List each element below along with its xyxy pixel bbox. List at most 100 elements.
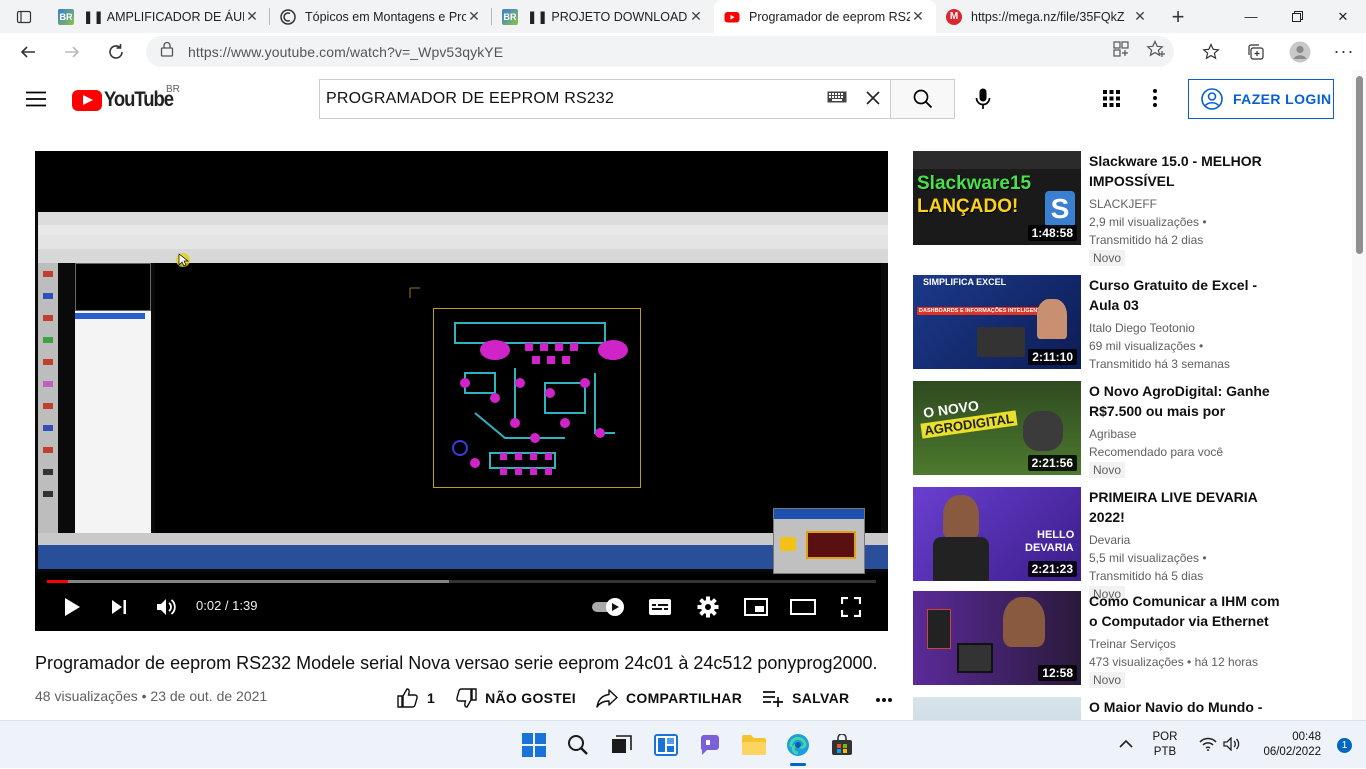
- youtube-wordmark: YouTube: [104, 88, 174, 111]
- recommendation-item[interactable]: 12:58 Como Comunicar a IHM com o Computa…: [913, 591, 1313, 688]
- task-view-button[interactable]: [600, 721, 644, 769]
- taskbar-search-button[interactable]: [556, 721, 600, 769]
- recommendation-item[interactable]: HELLO DEVARIA 2:21:23 PRIMEIRA LIVE DEVA…: [913, 487, 1313, 602]
- back-icon[interactable]: [6, 33, 50, 70]
- store-button[interactable]: [820, 721, 864, 769]
- edge-taskbar-button[interactable]: [776, 721, 820, 769]
- tab-actions-button[interactable]: [0, 0, 48, 33]
- close-tab-icon[interactable]: ✕: [466, 8, 482, 25]
- settings-button[interactable]: [696, 595, 720, 619]
- recommendation-item[interactable]: O NOVO AGRODIGITAL 2:21:56 O Novo AgroDi…: [913, 381, 1313, 478]
- thumbnail-caption: DEVARIA: [1025, 542, 1074, 554]
- collections-icon[interactable]: [1234, 43, 1278, 61]
- file-explorer-button[interactable]: [732, 721, 776, 769]
- close-tab-icon[interactable]: ✕: [1132, 8, 1148, 25]
- channel-name[interactable]: SLACKJEFF: [1089, 195, 1289, 213]
- share-button[interactable]: COMPARTILHAR: [596, 688, 742, 708]
- video-thumbnail[interactable]: 12:58: [913, 591, 1081, 685]
- settings-more-icon[interactable]: ···: [1322, 41, 1366, 62]
- clear-search-icon[interactable]: [863, 88, 883, 111]
- recommendation-title[interactable]: Curso Gratuito de Excel - Aula 03: [1089, 275, 1289, 315]
- play-button[interactable]: [61, 595, 83, 619]
- channel-name[interactable]: Devaria: [1089, 531, 1289, 549]
- start-button[interactable]: [512, 721, 556, 769]
- clock[interactable]: 00:48 06/02/2022: [1263, 730, 1321, 760]
- apps-grid-icon[interactable]: [1103, 90, 1120, 112]
- autoplay-toggle[interactable]: [591, 595, 627, 619]
- voice-search-button[interactable]: [966, 82, 1000, 116]
- next-button[interactable]: [108, 595, 130, 619]
- recommendation-title[interactable]: Slackware 15.0 - MELHOR IMPOSSÍVEL: [1089, 151, 1289, 191]
- close-tab-icon[interactable]: ✕: [688, 8, 704, 25]
- profile-avatar[interactable]: [1278, 41, 1322, 63]
- channel-name[interactable]: Treinar Serviços: [1089, 635, 1289, 653]
- refresh-icon[interactable]: [94, 33, 138, 70]
- add-favorite-icon[interactable]: [1146, 40, 1166, 63]
- video-thumbnail[interactable]: O NOVO AGRODIGITAL 2:21:56: [913, 381, 1081, 475]
- browser-tab[interactable]: Tópicos em Montagens e Pro ✕: [270, 0, 492, 33]
- address-bar[interactable]: https://www.youtube.com/watch?v=_Wpv53qy…: [146, 36, 1174, 67]
- forward-icon[interactable]: [50, 33, 94, 70]
- search-button[interactable]: [890, 79, 955, 119]
- video-thumbnail[interactable]: [913, 697, 1081, 720]
- recommendation-item[interactable]: O Maior Navio do Mundo -: [913, 697, 1313, 720]
- video-thumbnail[interactable]: HELLO DEVARIA 2:21:23: [913, 487, 1081, 581]
- like-button[interactable]: 1: [397, 688, 435, 708]
- progress-bar[interactable]: [47, 580, 876, 583]
- recommendation-title[interactable]: Como Comunicar a IHM com o Computador vi…: [1089, 591, 1289, 631]
- theater-mode-button[interactable]: [790, 595, 816, 619]
- buffer-bar: [47, 580, 450, 583]
- subtitles-button[interactable]: [648, 595, 672, 619]
- recommendation-title[interactable]: PRIMEIRA LIVE DEVARIA 2022!: [1089, 487, 1289, 527]
- app-available-icon[interactable]: [1112, 40, 1130, 63]
- favorites-icon[interactable]: [1190, 42, 1234, 61]
- video-thumbnail[interactable]: SIMPLIFICA EXCEL DASHBOARDS E INFORMAÇÕE…: [913, 275, 1081, 369]
- channel-name[interactable]: Italo Diego Teotonio: [1089, 319, 1289, 337]
- video-frame[interactable]: [35, 212, 888, 574]
- widgets-button[interactable]: [644, 721, 688, 769]
- show-hidden-icons-chevron-icon[interactable]: [1118, 739, 1133, 752]
- channel-name[interactable]: Agribase: [1089, 425, 1289, 443]
- new-tab-button[interactable]: +: [1158, 4, 1198, 30]
- teams-chat-button[interactable]: [688, 721, 732, 769]
- more-options-icon[interactable]: [1152, 88, 1158, 113]
- browser-tab[interactable]: M https://mega.nz/file/35FQkZ ✕: [936, 0, 1158, 33]
- notification-badge[interactable]: 1: [1337, 737, 1352, 753]
- video-thumbnail[interactable]: Slackware15 LANÇADO! S 1:48:58: [913, 151, 1081, 245]
- page-scrollbar[interactable]: [1352, 70, 1366, 720]
- browser-tab[interactable]: BR ❚❚ AMPLIFICADOR DE ÁUDIO ✕: [48, 0, 270, 33]
- wifi-icon[interactable]: [1199, 737, 1217, 754]
- close-window-icon[interactable]: ✕: [1320, 0, 1366, 33]
- minimize-icon[interactable]: —: [1228, 0, 1274, 33]
- fullscreen-button[interactable]: [840, 595, 862, 619]
- login-button[interactable]: FAZER LOGIN: [1188, 79, 1334, 119]
- video-player[interactable]: 0:02 / 1:39: [35, 151, 888, 631]
- lock-icon[interactable]: [160, 41, 180, 62]
- save-button[interactable]: SALVAR: [762, 688, 849, 708]
- keyboard-icon[interactable]: [827, 90, 849, 108]
- youtube-logo[interactable]: YouTube BR: [72, 84, 182, 112]
- recommendation-title[interactable]: O Novo AgroDigital: Ganhe R$7.500 ou mai…: [1089, 381, 1289, 421]
- language-indicator[interactable]: POR PTB: [1153, 730, 1178, 760]
- browser-tab[interactable]: BR ❚❚ PROJETO DOWNLOAD GAT ✕: [492, 0, 714, 33]
- close-tab-icon[interactable]: ✕: [910, 8, 926, 25]
- search-input[interactable]: PROGRAMADOR DE EEPROM RS232: [319, 79, 891, 119]
- search-query[interactable]: PROGRAMADOR DE EEPROM RS232: [326, 90, 827, 108]
- played-bar: [47, 580, 68, 583]
- mega-icon: M: [946, 8, 962, 25]
- recommendation-item[interactable]: Slackware15 LANÇADO! S 1:48:58 Slackware…: [913, 151, 1313, 266]
- restore-icon[interactable]: [1274, 0, 1320, 33]
- menu-icon[interactable]: [26, 91, 46, 112]
- recommendation-meta: Transmitido há 5 dias: [1089, 569, 1204, 583]
- miniplayer-button[interactable]: [743, 595, 769, 619]
- recommendation-title[interactable]: O Maior Navio do Mundo -: [1089, 697, 1289, 717]
- scrollbar-thumb[interactable]: [1356, 76, 1363, 254]
- more-actions-button[interactable]: [875, 690, 893, 706]
- volume-button[interactable]: [155, 595, 179, 619]
- dislike-button[interactable]: NÃO GOSTEI: [455, 688, 576, 708]
- browser-tab-active[interactable]: Programador de eeprom RS2 ✕: [714, 0, 936, 33]
- close-tab-icon[interactable]: ✕: [244, 8, 260, 25]
- recommendation-item[interactable]: SIMPLIFICA EXCEL DASHBOARDS E INFORMAÇÕE…: [913, 275, 1313, 371]
- url-text[interactable]: https://www.youtube.com/watch?v=_Wpv53qy…: [188, 44, 503, 60]
- speaker-icon[interactable]: [1223, 735, 1241, 754]
